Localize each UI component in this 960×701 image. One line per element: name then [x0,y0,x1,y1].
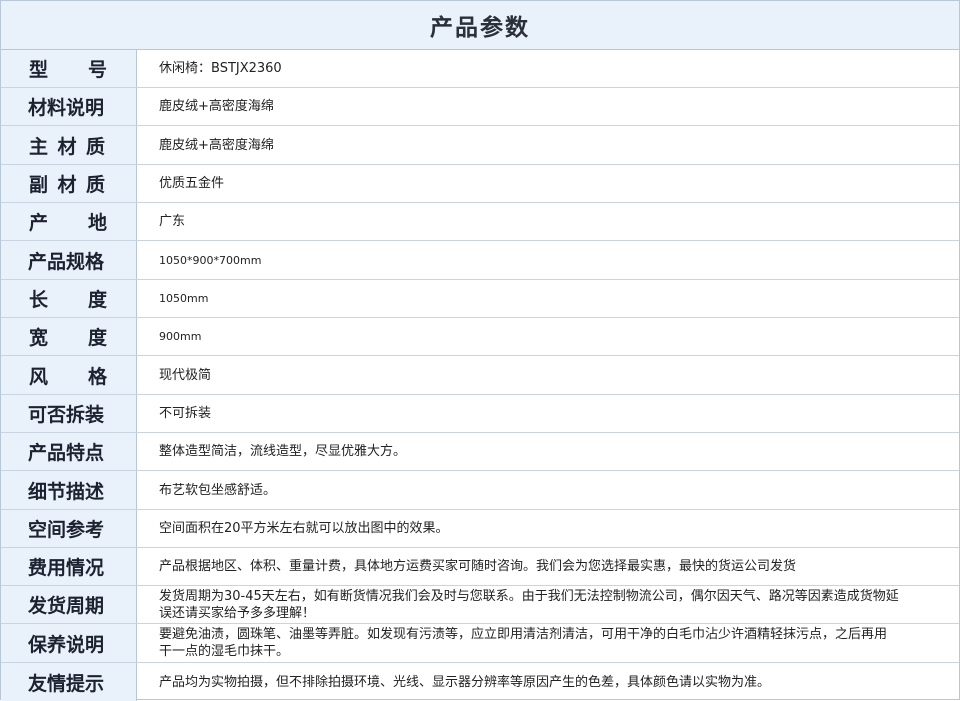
row-value: 900mm [137,318,959,355]
table-header: 产品参数 [1,1,959,50]
table-row: 友情提示 产品均为实物拍摄，但不排除拍摄环境、光线、显示器分辨率等原因产生的色差，… [1,663,959,701]
row-label: 风格 [1,356,137,394]
row-value-text: 不可拆装 [159,406,212,421]
row-label-char: 材 [57,174,77,196]
row-value-text: 要避免油渍，圆珠笔、油墨等弄脏。如发现有污渍等，应立即用清洁剂清洁，可用干净的白… [159,627,888,659]
row-label-text: 细节描述 [28,480,105,503]
row-label: 保养说明 [1,624,137,662]
row-label: 副材质 [1,165,137,202]
table-row: 主材质 鹿皮绒+高密度海绵 [1,126,959,165]
row-label: 空间参考 [1,510,137,547]
row-label-char: 风 [29,365,49,388]
row-label: 材料说明 [1,88,137,125]
row-value-text: 1050mm [159,292,209,305]
row-value: 休闲椅：BSTJX2360 [137,50,959,87]
row-label-char: 度 [87,327,107,349]
row-value: 广东 [137,203,959,240]
row-value-text: 现代极简 [159,367,212,383]
row-label-char: 材 [57,135,77,158]
row-label-text: 友情提示 [28,672,105,695]
row-value-text: 产品根据地区、体积、重量计费，具体地方运费买家可随时咨询。我们会为您选择最实惠，… [159,559,797,574]
row-value: 优质五金件 [137,165,959,202]
row-value-text: 广东 [159,214,186,229]
table-row: 产品规格 1050*900*700mm [1,241,959,280]
row-label-char: 质 [85,135,105,158]
row-label-char: 宽 [29,327,49,349]
row-value-text: 900mm [159,330,202,343]
row-label-text: 空间参考 [28,519,105,541]
row-label: 发货周期 [1,586,137,623]
row-label: 型号 [1,50,137,87]
row-label-char: 地 [87,212,107,234]
row-value-text: 布艺软包坐感舒适。 [159,482,277,498]
row-label-char: 产 [29,212,49,234]
table-row: 细节描述 布艺软包坐感舒适。 [1,471,959,510]
table-row: 保养说明 要避免油渍，圆珠笔、油墨等弄脏。如发现有污渍等，应立即用清洁剂清洁，可用… [1,624,959,663]
table-row: 产品特点 整体造型简洁，流线造型，尽显优雅大方。 [1,433,959,471]
table-row: 产地广东 [1,203,959,241]
table-row: 可否拆装 不可拆装 [1,395,959,433]
row-label: 产品特点 [1,433,137,470]
row-label: 宽度 [1,318,137,355]
row-label-char: 长 [29,289,49,311]
row-value: 1050mm [137,280,959,317]
row-value: 鹿皮绒+高密度海绵 [137,126,959,164]
product-params-table: 产品参数 型号休闲椅：BSTJX2360 材料说明 鹿皮绒+高密度海绵主材质鹿皮绒+… [0,0,960,701]
row-value: 1050*900*700mm [137,241,959,279]
row-value-text: 鹿皮绒+高密度海绵 [159,137,274,153]
row-value: 产品均为实物拍摄，但不排除拍摄环境、光线、显示器分辨率等原因产生的色差，具体颜色… [137,663,959,701]
row-value: 整体造型简洁，流线造型，尽显优雅大方。 [137,433,959,470]
row-value-text: 产品均为实物拍摄，但不排除拍摄环境、光线、显示器分辨率等原因产生的色差，具体颜色… [159,674,771,690]
row-label: 产品规格 [1,241,137,279]
row-value: 空间面积在20平方米左右就可以放出图中的效果。 [137,510,959,547]
row-label-text: 费用情况 [28,557,105,579]
row-label-char: 号 [87,59,107,81]
row-label: 细节描述 [1,471,137,509]
row-label-text: 产品规格 [28,250,105,273]
table-row: 材料说明 鹿皮绒+高密度海绵 [1,88,959,126]
table-row: 发货周期 发货周期为30-45天左右，如有断货情况我们会及时与您联系。由于我们无法… [1,586,959,624]
row-value: 现代极简 [137,356,959,394]
row-value-text: 休闲椅：BSTJX2360 [159,61,282,76]
table-row: 风格现代极简 [1,356,959,395]
row-label: 主材质 [1,126,137,164]
table-row: 长度 1050mm [1,280,959,318]
table-row: 空间参考 空间面积在20平方米左右就可以放出图中的效果。 [1,510,959,548]
row-label: 长度 [1,280,137,317]
table-row: 费用情况 产品根据地区、体积、重量计费，具体地方运费买家可随时咨询。我们会为您选择… [1,548,959,586]
table-row: 型号休闲椅：BSTJX2360 [1,50,959,88]
row-label: 友情提示 [1,663,137,701]
row-value-text: 优质五金件 [159,176,225,191]
row-label-char: 格 [87,365,107,388]
row-label-text: 保养说明 [28,633,105,656]
row-label: 费用情况 [1,548,137,585]
row-label-char: 度 [87,289,107,311]
row-label-text: 可否拆装 [28,404,105,426]
table-row: 副材质 优质五金件 [1,165,959,203]
table-title: 产品参数 [430,15,530,41]
row-value: 发货周期为30-45天左右，如有断货情况我们会及时与您联系。由于我们无法控制物流… [137,586,959,623]
row-value: 布艺软包坐感舒适。 [137,471,959,509]
row-label-char: 质 [85,174,105,196]
table-row: 宽度 900mm [1,318,959,356]
row-label-text: 发货周期 [28,595,105,617]
row-value-text: 发货周期为30-45天左右，如有断货情况我们会及时与您联系。由于我们无法控制物流… [159,588,899,621]
row-label: 可否拆装 [1,395,137,432]
row-label-text: 产品特点 [28,442,105,464]
params-rows: 型号休闲椅：BSTJX2360 材料说明 鹿皮绒+高密度海绵主材质鹿皮绒+高密度海绵… [1,50,959,701]
row-label: 产地 [1,203,137,240]
row-value: 产品根据地区、体积、重量计费，具体地方运费买家可随时咨询。我们会为您选择最实惠，… [137,548,959,585]
row-label-text: 材料说明 [28,97,105,119]
row-label-char: 型 [29,59,49,81]
row-label-char: 主 [29,135,49,158]
row-value-text: 整体造型简洁，流线造型，尽显优雅大方。 [159,444,407,459]
row-value-text: 鹿皮绒+高密度海绵 [159,99,274,114]
row-value-text: 空间面积在20平方米左右就可以放出图中的效果。 [159,521,449,536]
row-value-text: 1050*900*700mm [159,253,262,267]
row-value: 不可拆装 [137,395,959,432]
row-label-char: 副 [29,174,49,196]
row-value: 鹿皮绒+高密度海绵 [137,88,959,125]
row-value: 要避免油渍，圆珠笔、油墨等弄脏。如发现有污渍等，应立即用清洁剂清洁，可用干净的白… [137,624,959,662]
